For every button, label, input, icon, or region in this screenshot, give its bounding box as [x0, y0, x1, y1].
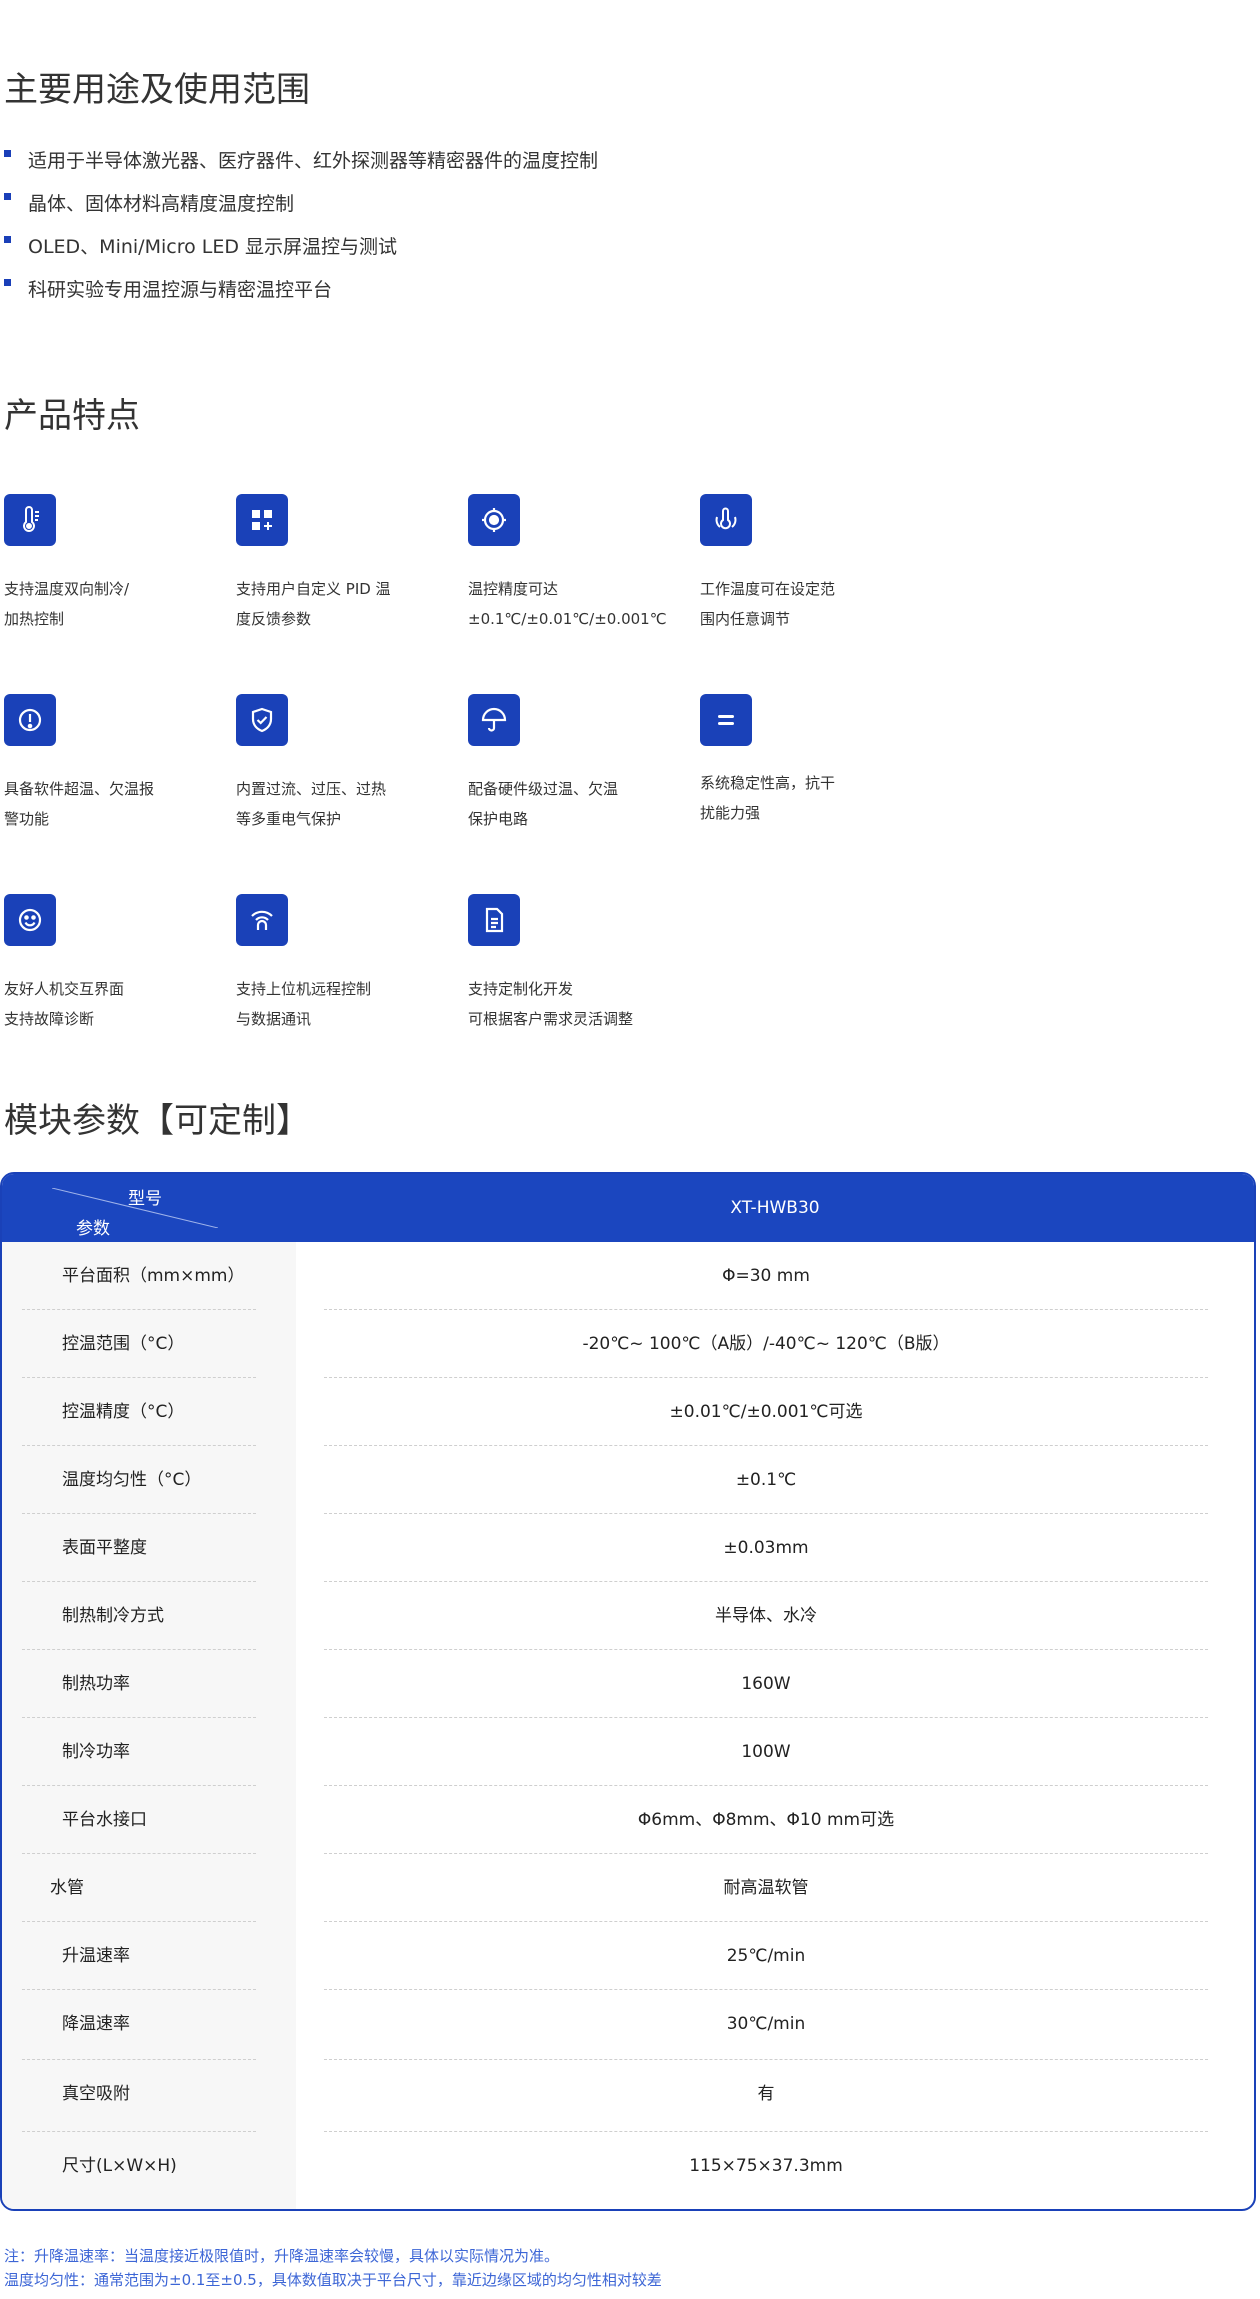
grid-plus-icon [236, 494, 288, 546]
smiley-icon [4, 894, 56, 946]
equals-icon [700, 694, 752, 746]
adjust-temperature-icon [700, 494, 752, 546]
feature-item: 具备软件超温、欠温报 警功能 [4, 694, 224, 834]
table-row: 降温速率 30℃/min [2, 1990, 1254, 2060]
table-row: 尺寸(L×W×H) 115×75×37.3mm [62, 2156, 843, 2176]
umbrella-icon [468, 694, 520, 746]
usage-list: 适用于半导体激光器、医疗器件、红外探测器等精密器件的温度控制 晶体、固体材料高精… [4, 140, 598, 312]
table-header: 型号 参数 XT-HWB30 [2, 1174, 1254, 1242]
target-icon [468, 494, 520, 546]
feature-item: 配备硬件级过温、欠温 保护电路 [468, 694, 688, 834]
header-param-label: 参数 [76, 1219, 110, 1239]
feature-item: 支持温度双向制冷/加热控制 [4, 494, 224, 634]
params-section-title: 模块参数【可定制】 [4, 1101, 310, 1141]
table-row: 制热制冷方式 半导体、水冷 [2, 1582, 1254, 1650]
table-row: 水管 耐高温软管 [2, 1854, 1254, 1922]
feature-item: 支持上位机远程控制 与数据通讯 [236, 894, 456, 1034]
table-row: 控温精度（°C） ±0.01℃/±0.001℃可选 [2, 1378, 1254, 1446]
usage-item: 科研实验专用温控源与精密温控平台 [4, 269, 598, 312]
table-row: 表面平整度 ±0.03mm [2, 1514, 1254, 1582]
alert-icon [4, 694, 56, 746]
table-row: 升温速率 25℃/min [2, 1922, 1254, 1990]
table-row: 真空吸附有 [2, 2060, 1254, 2132]
header-product-name: XT-HWB30 [730, 1198, 820, 1218]
usage-item: 适用于半导体激光器、医疗器件、红外探测器等精密器件的温度控制 [4, 140, 598, 183]
features-section-title: 产品特点 [4, 396, 140, 436]
usage-item: 晶体、固体材料高精度温度控制 [4, 183, 598, 226]
bullet-icon [4, 150, 11, 157]
table-row: 制冷功率 100W [2, 1718, 1254, 1786]
feature-item: 支持用户自定义 PID 温度反馈参数 [236, 494, 456, 634]
table-row: 制热功率 160W [2, 1650, 1254, 1718]
footnotes: 注：升降温速率：当温度接近极限值时，升降温速率会较慢，具体以实际情况为准。 温度… [4, 2244, 662, 2292]
usage-section-title: 主要用途及使用范围 [4, 70, 310, 110]
table-row: 温度均匀性（°C） ±0.1℃ [2, 1446, 1254, 1514]
shield-check-icon [236, 694, 288, 746]
footnote: 温度均匀性：通常范围为±0.1至±0.5，具体数值取决于平台尺寸，靠近边缘区域的… [4, 2271, 662, 2289]
feature-item: 友好人机交互界面 支持故障诊断 [4, 894, 224, 1034]
header-model-label: 型号 [128, 1189, 162, 1209]
feature-item: 内置过流、过压、过热 等多重电气保护 [236, 694, 456, 834]
feature-item: 温控精度可达 ±0.1℃/±0.01℃/±0.001℃ [468, 494, 688, 634]
footnote: 注：升降温速率：当温度接近极限值时，升降温速率会较慢，具体以实际情况为准。 [4, 2247, 560, 2265]
usage-item: OLED、Mini/Micro LED 显示屏温控与测试 [4, 226, 598, 269]
table-body: 平台面积（mm×mm） Φ=30 mm 控温范围（°C） -20℃~ 100℃（A版… [2, 1242, 1254, 2202]
bullet-icon [4, 279, 11, 286]
table-row: 平台面积（mm×mm） Φ=30 mm [2, 1242, 1254, 1310]
bullet-icon [4, 193, 11, 200]
params-table: 型号 参数 XT-HWB30 平台面积（mm×mm） Φ=30 mm 控温范围（°… [0, 1172, 1256, 2211]
bullet-icon [4, 236, 11, 243]
remote-signal-icon [236, 894, 288, 946]
feature-item: 支持定制化开发 可根据客户需求灵活调整 [468, 894, 688, 1034]
feature-item: 工作温度可在设定范 围内任意调节 [700, 494, 920, 634]
document-icon [468, 894, 520, 946]
table-row: 控温范围（°C） -20℃~ 100℃（A版）/-40℃~ 120℃（B版） [2, 1310, 1254, 1378]
feature-item: 系统稳定性高，抗干 扰能力强 [700, 694, 920, 828]
thermometer-icon [4, 494, 56, 546]
table-row: 平台水接口 Φ6mm、Φ8mm、Φ10 mm可选 [2, 1786, 1254, 1854]
